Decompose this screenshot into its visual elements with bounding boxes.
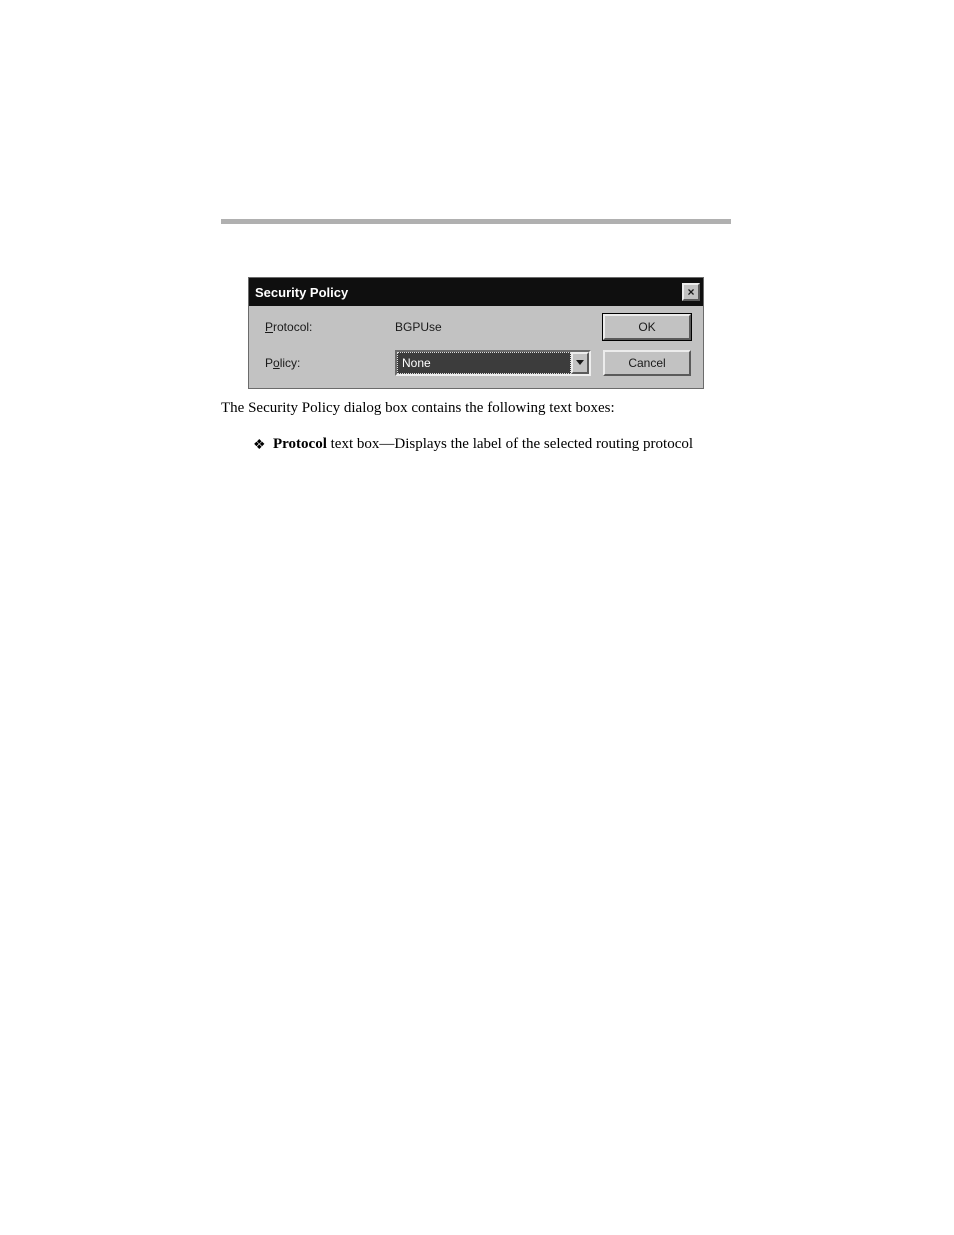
options-list: ❖ Protocol text box—Displays the label o…	[221, 434, 731, 456]
policy-dropdown[interactable]: None	[395, 350, 591, 376]
cancel-button[interactable]: Cancel	[603, 350, 691, 376]
protocol-value: BGPUse	[395, 320, 442, 334]
dialog-body: Protocol: BGPUse Policy: None OK Cancel	[249, 306, 703, 388]
intro-paragraph: The Security Policy dialog box contains …	[221, 398, 731, 420]
page: Security Policy × Protocol: BGPUse Polic…	[0, 0, 954, 1235]
diamond-bullet-icon: ❖	[253, 436, 266, 456]
cancel-button-label: Cancel	[628, 356, 665, 370]
ok-button-label: OK	[638, 320, 655, 334]
horizontal-rule	[221, 219, 731, 224]
dialog-title: Security Policy	[255, 285, 348, 300]
close-icon: ×	[687, 286, 694, 298]
protocol-label: Protocol:	[265, 320, 312, 334]
security-policy-dialog: Security Policy × Protocol: BGPUse Polic…	[248, 277, 704, 389]
dialog-close-button[interactable]: ×	[682, 283, 700, 301]
option-description: text box—Displays the label of the selec…	[327, 436, 693, 452]
option-item: ❖ Protocol text box—Displays the label o…	[221, 434, 731, 456]
ok-button[interactable]: OK	[603, 314, 691, 340]
chevron-down-icon	[576, 360, 584, 366]
option-label: Protocol	[273, 436, 327, 452]
dialog-titlebar: Security Policy ×	[249, 278, 703, 306]
policy-dropdown-value: None	[397, 352, 571, 374]
policy-dropdown-button[interactable]	[571, 352, 589, 374]
body-text: The Security Policy dialog box contains …	[221, 398, 731, 466]
policy-label: Policy:	[265, 356, 300, 370]
